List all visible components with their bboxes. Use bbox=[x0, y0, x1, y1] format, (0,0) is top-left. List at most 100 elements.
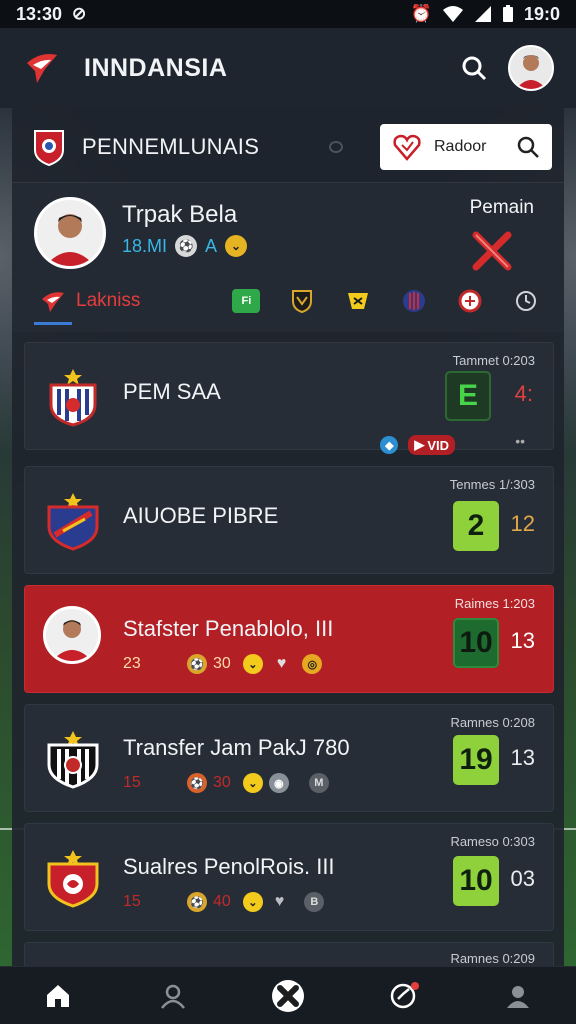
tab-clock-icon[interactable] bbox=[512, 289, 540, 313]
chevron-badge-icon: ⌄ bbox=[242, 773, 263, 793]
search-field-text: Radoor bbox=[434, 138, 487, 155]
search-icon bbox=[462, 56, 487, 81]
ball-icon: ⚽ bbox=[187, 892, 207, 912]
more-dots-icon[interactable]: •• bbox=[515, 433, 525, 449]
score-side: 03 bbox=[510, 866, 535, 891]
score-box: 10 bbox=[453, 856, 499, 906]
league-header: PENNEMLUNAIS Radoor bbox=[12, 112, 564, 182]
nav-account[interactable] bbox=[492, 970, 544, 1022]
wifi-icon bbox=[442, 6, 463, 22]
tab-icon-row: Fi bbox=[232, 289, 540, 313]
match-meta: Tenmes 1/:303 bbox=[449, 477, 535, 492]
signal-icon bbox=[474, 6, 491, 22]
battery-icon bbox=[502, 5, 513, 22]
club-crest-icon bbox=[47, 493, 99, 551]
home-icon bbox=[46, 984, 69, 1007]
ball-icon: ⚽ bbox=[175, 235, 198, 257]
match-card[interactable]: PEM SAA Tammet 0:203 E 4: ◆ ▶ VID •• bbox=[24, 342, 554, 455]
match-title: Stafster Penablolo, III bbox=[123, 616, 334, 641]
match-card-highlighted[interactable]: Stafster Penablolo, III 23 ⚽ 30 ⌄ ♥ ◎ Ra… bbox=[24, 585, 554, 693]
football-icon bbox=[271, 979, 304, 1012]
video-icon: ▶ bbox=[414, 437, 425, 452]
league-crest bbox=[32, 128, 66, 166]
match-sub-number: 23 bbox=[123, 655, 141, 672]
do-not-disturb-icon: ⊘ bbox=[72, 4, 87, 23]
heart-outline-icon: ♥ bbox=[276, 655, 287, 672]
match-sub-value: 30 bbox=[213, 655, 231, 672]
tab-yellow-crest-icon[interactable] bbox=[344, 289, 372, 313]
grey-badge-icon: ◉ bbox=[268, 773, 289, 793]
match-sub-number: 15 bbox=[123, 893, 141, 910]
nav-home[interactable] bbox=[32, 970, 84, 1022]
club-crest-icon bbox=[47, 850, 99, 908]
status-bar: 13:30 ⊘ ⏰ 19:0 bbox=[0, 0, 576, 28]
chevron-badge-icon: ⌄ bbox=[225, 235, 248, 257]
match-badges: ◆ ▶ VID bbox=[380, 435, 455, 455]
score-box: 2 bbox=[453, 501, 499, 551]
match-sub-value: 30 bbox=[213, 774, 231, 791]
heart-outline-icon: ♥ bbox=[274, 893, 285, 910]
account-icon bbox=[507, 985, 530, 1008]
club-crest-icon bbox=[49, 369, 97, 427]
match-meta: Raimes 1:203 bbox=[454, 596, 535, 611]
nav-profile[interactable] bbox=[147, 970, 199, 1022]
league-crest-icon bbox=[34, 130, 64, 166]
match-card[interactable]: Transfer Jam PakJ 780 15 ⚽ 30 ⌄ ◉ M Ramn… bbox=[24, 704, 554, 812]
match-card[interactable]: Sualres PenolRois. III 15 ⚽ 40 ⌄ ♥ B Ram… bbox=[24, 823, 554, 931]
match-subline: 15 ⚽ 40 ⌄ ♥ B bbox=[123, 892, 325, 912]
match-meta: Rameso 0:303 bbox=[450, 834, 535, 849]
tab-green-badge-icon[interactable]: Fi bbox=[232, 289, 261, 313]
score-box: E bbox=[445, 371, 491, 421]
match-title: AIUOBE PIBRE bbox=[123, 503, 279, 528]
player-stats: 18.MI ⚽ A ⌄ bbox=[122, 235, 248, 257]
tag-badge-icon: M bbox=[308, 773, 329, 793]
ball-icon: ⚽ bbox=[187, 773, 207, 793]
user-avatar[interactable] bbox=[508, 45, 554, 91]
player-stat-letter: A bbox=[205, 235, 218, 256]
tab-gold-shield-icon[interactable] bbox=[288, 289, 316, 313]
match-card[interactable]: AIUOBE PIBRE Tenmes 1/:303 2 12 bbox=[24, 466, 554, 574]
match-subline: 23 ⚽ 30 ⌄ ♥ ◎ bbox=[123, 654, 323, 674]
app-title: INNDANSIA bbox=[84, 53, 228, 82]
search-field-icon bbox=[517, 136, 539, 158]
score-box: 10 bbox=[453, 618, 499, 668]
score-side: 12 bbox=[510, 511, 535, 536]
tab-round-crest-icon[interactable] bbox=[456, 289, 484, 313]
score-box: 19 bbox=[453, 735, 499, 785]
chevron-badge-icon: ⌄ bbox=[242, 654, 263, 674]
status-right-time: 19:0 bbox=[523, 3, 560, 24]
tab-club-crest-icon[interactable] bbox=[400, 289, 428, 313]
search-field[interactable]: Radoor bbox=[380, 124, 552, 170]
match-meta: Ramnes 0:209 bbox=[450, 951, 535, 966]
tab-lakniss-label: Lakniss bbox=[76, 290, 141, 311]
match-sub-value: 40 bbox=[213, 893, 231, 910]
player-photo bbox=[52, 620, 92, 661]
match-subline: 15 ⚽ 30 ⌄ ◉ M bbox=[123, 773, 329, 793]
player-profile-card[interactable]: Trpak Bela 18.MI ⚽ A ⌄ Pemain Lakniss Fi bbox=[12, 182, 564, 332]
app-bar: INNDANSIA bbox=[0, 28, 576, 108]
match-meta: Tammet 0:203 bbox=[452, 353, 535, 368]
chevron-badge-icon: ⌄ bbox=[242, 892, 263, 912]
player-avatar bbox=[34, 197, 106, 269]
ball-icon: ⚽ bbox=[187, 654, 207, 674]
match-sub-number: 15 bbox=[123, 774, 141, 791]
player-label: Pemain bbox=[469, 197, 534, 218]
match-meta: Ramnes 0:208 bbox=[450, 715, 535, 730]
search-button[interactable] bbox=[454, 48, 494, 88]
app-logo[interactable] bbox=[22, 48, 62, 88]
alarm-icon: ⏰ bbox=[410, 4, 432, 23]
club-badge-icon: ◎ bbox=[302, 654, 323, 674]
video-badge[interactable]: ▶ VID bbox=[408, 435, 455, 455]
bottom-navigation bbox=[0, 966, 576, 1024]
score-side: 4: bbox=[514, 381, 533, 406]
score-side: 13 bbox=[510, 628, 535, 653]
nav-football[interactable] bbox=[262, 970, 314, 1022]
tab-lakniss[interactable]: Lakniss bbox=[33, 289, 141, 325]
nav-notifications[interactable] bbox=[377, 970, 429, 1022]
app-logo-small-icon bbox=[42, 292, 64, 312]
player-photo bbox=[45, 214, 95, 266]
player-name: Trpak Bela bbox=[122, 201, 238, 228]
player-stat-number: 18.MI bbox=[122, 235, 168, 256]
crossed-emblem-icon[interactable] bbox=[468, 227, 516, 275]
heart-logo-icon bbox=[393, 134, 421, 161]
